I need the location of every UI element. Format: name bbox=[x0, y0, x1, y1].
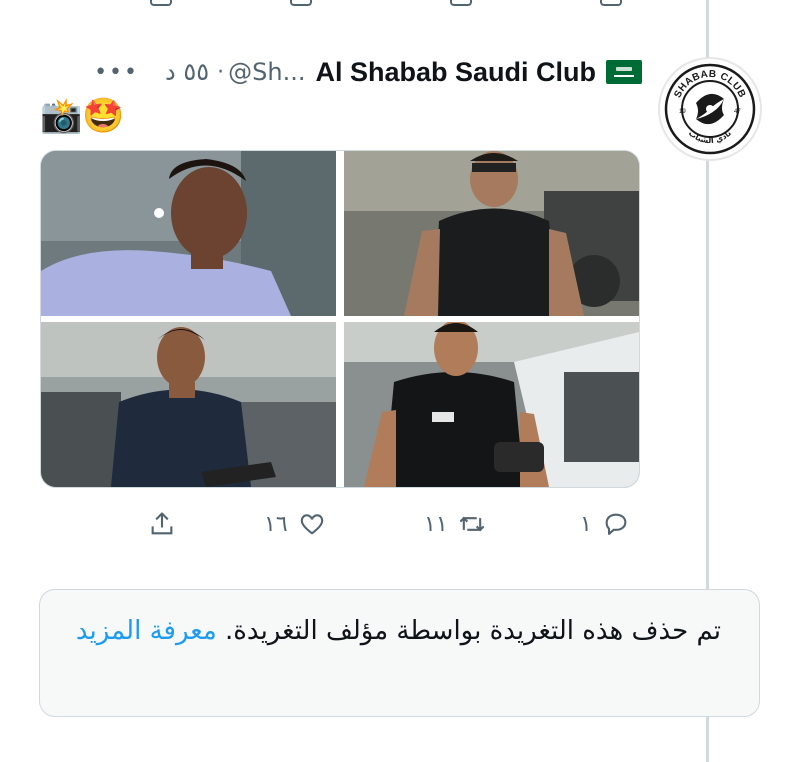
tweet-image-4[interactable] bbox=[344, 322, 639, 487]
tweet-image-2[interactable] bbox=[344, 151, 639, 316]
reply-icon bbox=[605, 513, 627, 535]
retweet-icon[interactable] bbox=[450, 0, 472, 6]
logo-year-left: 19 bbox=[679, 109, 686, 115]
user-handle[interactable]: @Sh... bbox=[228, 58, 305, 86]
separator: · bbox=[217, 59, 225, 85]
avatar[interactable]: SHABAB CLUB نادي الشباب 19 47 bbox=[658, 57, 762, 161]
more-options-icon[interactable]: ••• bbox=[94, 60, 139, 85]
previous-tweet-actions bbox=[140, 0, 622, 6]
media-grid bbox=[40, 150, 640, 488]
logo-year-right: 47 bbox=[734, 109, 741, 115]
deleted-tweet-notice: تم حذف هذه التغريدة بواسطة مؤلف التغريدة… bbox=[39, 589, 760, 717]
tweet-header: ••• ٥٥ د · @Sh... Al Shabab Saudi Club bbox=[94, 52, 642, 92]
retweet-button[interactable]: ١١ bbox=[424, 502, 486, 546]
tweet-image-3[interactable] bbox=[41, 322, 336, 487]
notice-text: تم حذف هذه التغريدة بواسطة مؤلف التغريدة… bbox=[225, 616, 721, 646]
reply-count: ١ bbox=[580, 511, 592, 537]
photo-icon bbox=[41, 322, 336, 487]
like-icon[interactable] bbox=[290, 0, 312, 6]
retweet-icon bbox=[459, 516, 485, 532]
tweet-time[interactable]: ٥٥ د bbox=[165, 58, 209, 86]
photo-icon bbox=[344, 151, 639, 316]
photo-icon bbox=[41, 151, 336, 316]
tweet-actions: ١٦ ١١ ١ bbox=[140, 502, 640, 546]
saudi-flag-icon bbox=[606, 60, 642, 84]
like-count: ١٦ bbox=[264, 511, 288, 537]
heart-icon bbox=[300, 514, 323, 535]
photo-icon bbox=[344, 322, 639, 487]
share-icon[interactable] bbox=[150, 0, 172, 6]
share-icon bbox=[151, 512, 173, 535]
learn-more-link[interactable]: معرفة المزيد bbox=[76, 616, 217, 646]
display-name[interactable]: Al Shabab Saudi Club bbox=[315, 57, 596, 88]
tweet-text: 📸🤩 bbox=[40, 96, 125, 136]
like-button[interactable]: ١٦ bbox=[264, 502, 326, 546]
retweet-count: ١١ bbox=[424, 511, 448, 537]
reply-icon[interactable] bbox=[600, 0, 622, 6]
share-button[interactable] bbox=[148, 502, 176, 546]
club-logo-icon: SHABAB CLUB نادي الشباب 19 47 bbox=[664, 63, 756, 155]
tweet-image-1[interactable] bbox=[41, 151, 336, 316]
reply-button[interactable]: ١ bbox=[580, 502, 630, 546]
